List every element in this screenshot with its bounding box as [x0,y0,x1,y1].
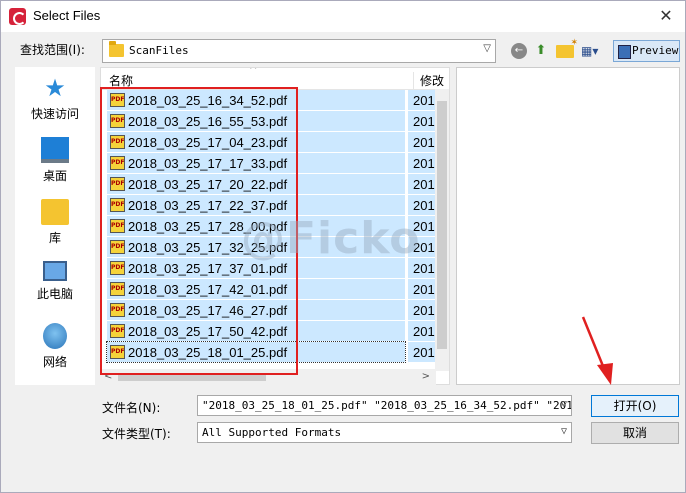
annotation-arrow [581,316,613,385]
annotation-arrow-shaft [581,316,607,372]
select-files-dialog: Select Files ✕ 查找范围(I): ScanFiles ▽ ← ⬆ … [0,0,686,493]
annotation-arrow-head [597,363,613,385]
